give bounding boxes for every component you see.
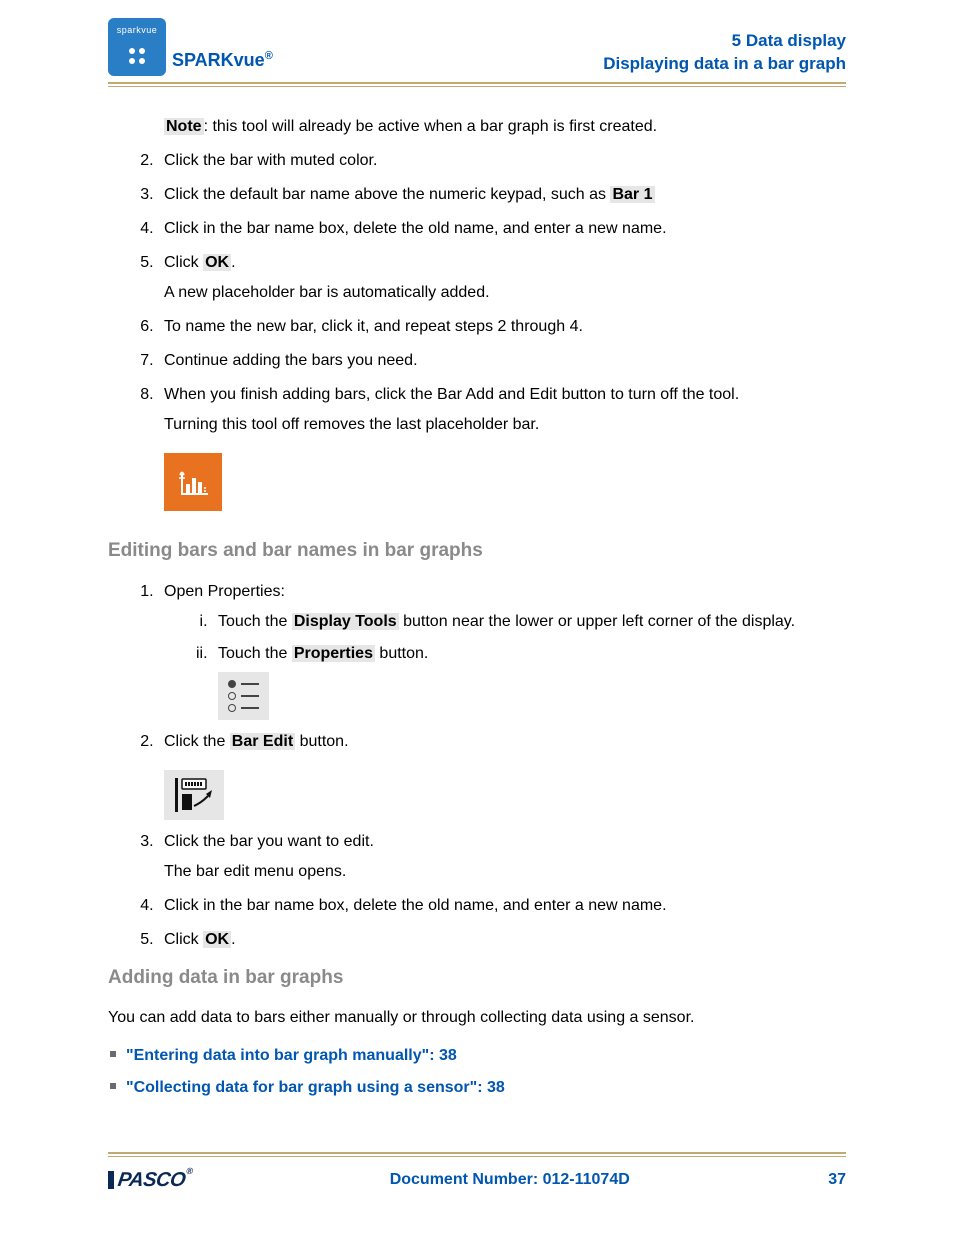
footer-rule-thick xyxy=(108,1152,846,1154)
pasco-logo-icon: PASCO® xyxy=(108,1165,191,1195)
edit-step-4: Click in the bar name box, delete the ol… xyxy=(158,894,846,918)
sparkvue-logo-icon: sparkvue xyxy=(108,18,166,76)
step-8b-text: Turning this tool off removes the last p… xyxy=(164,413,846,437)
step-5-pre: Click xyxy=(164,254,203,271)
pasco-brand-text: PASCO xyxy=(116,1169,186,1191)
edit-s5-post: . xyxy=(231,931,235,948)
step-6-text: To name the new bar, click it, and repea… xyxy=(164,318,583,335)
edit-step-1-text: Open Properties: xyxy=(164,583,285,600)
sub-i-post: button near the lower or upper left corn… xyxy=(399,613,795,630)
note-line: Note: this tool will already be active w… xyxy=(108,115,846,139)
edit-s2-post: button. xyxy=(295,733,348,750)
header-rule-thick xyxy=(108,82,846,84)
bar-add-edit-button-icon xyxy=(164,453,222,511)
content: Note: this tool will already be active w… xyxy=(108,87,846,1100)
edit-s5-bold: OK xyxy=(203,931,231,948)
sub-i-pre: Touch the xyxy=(218,613,292,630)
link-collecting-data[interactable]: "Collecting data for bar graph using a s… xyxy=(126,1076,846,1100)
edit-s3b: The bar edit menu opens. xyxy=(164,860,846,884)
edit-s3a: Click the bar you want to edit. xyxy=(164,833,374,850)
edit-substep-ii: Touch the Properties button. xyxy=(212,642,846,720)
edit-steps-list-cont: Click the bar you want to edit. The bar … xyxy=(108,830,846,952)
edit-s5-pre: Click xyxy=(164,931,203,948)
step-7-text: Continue adding the bars you need. xyxy=(164,352,418,369)
sub-ii-pre: Touch the xyxy=(218,645,292,662)
edit-s2-pre: Click the xyxy=(164,733,230,750)
sub-i-bold: Display Tools xyxy=(292,613,399,630)
step-8: When you finish adding bars, click the B… xyxy=(158,383,846,437)
step-8a-text: When you finish adding bars, click the B… xyxy=(164,386,739,403)
product-name: SPARKvue® xyxy=(172,47,273,76)
properties-button-icon xyxy=(218,672,269,720)
page-number: 37 xyxy=(828,1168,846,1192)
edit-s4: Click in the bar name box, delete the ol… xyxy=(164,897,667,914)
edit-step-2: Click the Bar Edit button. xyxy=(158,730,846,754)
steps-list-a: Click the bar with muted color. Click th… xyxy=(108,149,846,437)
edit-substeps: Touch the Display Tools button near the … xyxy=(164,610,846,720)
step-4: Click in the bar name box, delete the ol… xyxy=(158,217,846,241)
step-3-pre: Click the default bar name above the num… xyxy=(164,186,610,203)
add-intro-text: You can add data to bars either manually… xyxy=(108,1006,846,1030)
sub-ii-bold: Properties xyxy=(292,645,375,662)
logo-text: sparkvue xyxy=(117,24,158,38)
sub-ii-post: button. xyxy=(375,645,428,662)
step-6: To name the new bar, click it, and repea… xyxy=(158,315,846,339)
document-number: Document Number: 012-11074D xyxy=(390,1168,630,1192)
step-4-text: Click in the bar name box, delete the ol… xyxy=(164,220,667,237)
edit-substep-i: Touch the Display Tools button near the … xyxy=(212,610,846,634)
step-5-bold: OK xyxy=(203,254,231,271)
step-5-post: . xyxy=(231,254,235,271)
step-2-text: Click the bar with muted color. xyxy=(164,152,377,169)
note-text: : this tool will already be active when … xyxy=(204,118,658,135)
link-2-text: "Collecting data for bar graph using a s… xyxy=(126,1079,505,1096)
section-title: Displaying data in a bar graph xyxy=(603,53,846,76)
heading-adding-data: Adding data in bar graphs xyxy=(108,964,846,993)
step-5: Click OK. A new placeholder bar is autom… xyxy=(158,251,846,305)
edit-s2-bold: Bar Edit xyxy=(230,733,295,750)
note-label: Note xyxy=(164,118,204,135)
cross-reference-list: "Entering data into bar graph manually":… xyxy=(108,1044,846,1100)
edit-step-1: Open Properties: Touch the Display Tools… xyxy=(158,580,846,720)
logo-dots-icon xyxy=(129,48,145,64)
registered-mark: ® xyxy=(265,50,273,62)
step-5-sub: A new placeholder bar is automatically a… xyxy=(164,281,846,305)
header-left: sparkvue SPARKvue® xyxy=(108,18,273,76)
step-2: Click the bar with muted color. xyxy=(158,149,846,173)
page-footer: PASCO® Document Number: 012-11074D 37 xyxy=(108,1152,846,1195)
bar-edit-button-icon xyxy=(164,770,224,820)
link-1-text: "Entering data into bar graph manually":… xyxy=(126,1047,457,1064)
page-header: sparkvue SPARKvue® 5 Data display Displa… xyxy=(108,18,846,80)
edit-step-3: Click the bar you want to edit. The bar … xyxy=(158,830,846,884)
link-entering-data[interactable]: "Entering data into bar graph manually":… xyxy=(126,1044,846,1068)
step-3-bold: Bar 1 xyxy=(610,186,654,203)
step-7: Continue adding the bars you need. xyxy=(158,349,846,373)
edit-steps-list: Open Properties: Touch the Display Tools… xyxy=(108,580,846,754)
edit-step-5: Click OK. xyxy=(158,928,846,952)
heading-editing-bars: Editing bars and bar names in bar graphs xyxy=(108,537,846,566)
chapter-title: 5 Data display xyxy=(603,30,846,53)
header-right: 5 Data display Displaying data in a bar … xyxy=(603,30,846,76)
product-name-text: SPARKvue xyxy=(172,50,265,70)
step-3: Click the default bar name above the num… xyxy=(158,183,846,207)
